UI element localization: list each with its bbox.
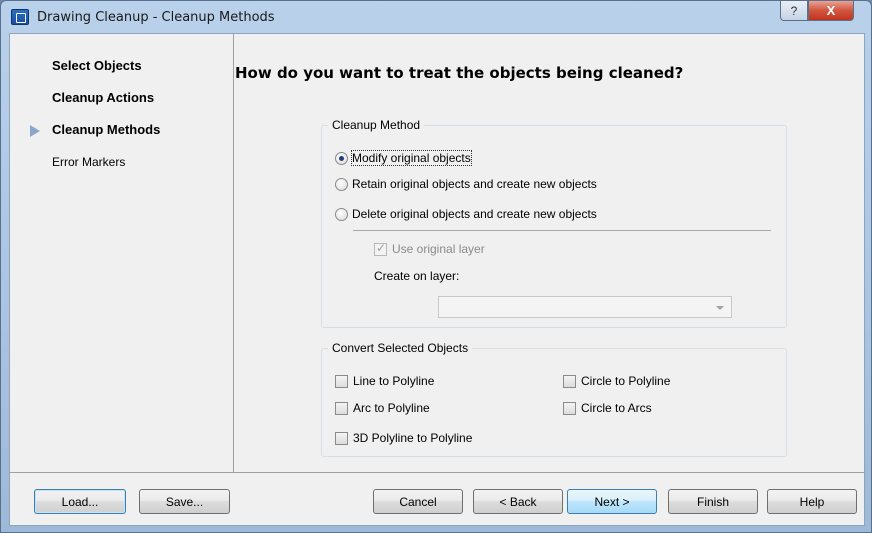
checkbox[interactable]	[335, 374, 348, 388]
radio-button[interactable]	[335, 151, 348, 165]
checkbox-label: Line to Polyline	[353, 374, 435, 388]
close-icon[interactable]: X	[808, 1, 854, 21]
layer-dropdown[interactable]	[438, 296, 732, 318]
cancel-button[interactable]: Cancel	[373, 489, 463, 514]
wizard-steps-sidebar: Select Objects Cleanup Actions Cleanup M…	[10, 34, 234, 472]
cleanup-method-group: Cleanup Method Modify original objects R…	[321, 118, 787, 328]
title-bar[interactable]: Drawing Cleanup - Cleanup Methods ? X	[1, 1, 871, 33]
use-original-layer-checkbox[interactable]: Use original layer	[374, 241, 485, 256]
page-heading: How do you want to treat the objects bei…	[235, 64, 684, 82]
create-on-layer-text: Create on layer:	[374, 269, 460, 283]
radio-label: Modify original objects	[351, 150, 472, 166]
checkbox-label: Circle to Arcs	[581, 401, 652, 415]
step-cleanup-actions[interactable]: Cleanup Actions	[52, 90, 154, 105]
checkbox-label: Arc to Polyline	[353, 401, 430, 415]
circle-to-polyline-checkbox[interactable]: Circle to Polyline	[563, 374, 670, 388]
dialog-client: Select Objects Cleanup Actions Cleanup M…	[9, 33, 865, 526]
load-button[interactable]: Load...	[34, 489, 126, 514]
finish-button[interactable]: Finish	[668, 489, 758, 514]
arc-to-polyline-checkbox[interactable]: Arc to Polyline	[335, 401, 430, 415]
save-button[interactable]: Save...	[139, 489, 230, 514]
circle-to-arcs-checkbox[interactable]: Circle to Arcs	[563, 401, 652, 415]
main-panel: How do you want to treat the objects bei…	[235, 34, 864, 472]
step-cleanup-methods[interactable]: Cleanup Methods	[52, 122, 160, 137]
checkbox[interactable]	[374, 241, 387, 256]
checkbox[interactable]	[563, 401, 576, 415]
app-icon	[11, 9, 29, 25]
radio-label: Delete original objects and create new o…	[352, 207, 597, 221]
convert-objects-group: Convert Selected Objects Line to Polylin…	[321, 341, 787, 457]
checkbox-label: Use original layer	[392, 242, 485, 256]
checkbox[interactable]	[335, 431, 348, 445]
step-select-objects[interactable]: Select Objects	[52, 58, 142, 73]
3d-polyline-to-polyline-checkbox[interactable]: 3D Polyline to Polyline	[335, 431, 472, 445]
dialog-window: Drawing Cleanup - Cleanup Methods ? X Se…	[0, 0, 872, 533]
convert-objects-legend: Convert Selected Objects	[328, 341, 473, 355]
back-button[interactable]: < Back	[473, 489, 563, 514]
radio-label: Retain original objects and create new o…	[352, 177, 597, 191]
radio-retain-original[interactable]: Retain original objects and create new o…	[335, 177, 597, 191]
checkbox-label: Circle to Polyline	[581, 374, 671, 388]
checkbox[interactable]	[563, 374, 576, 388]
radio-button[interactable]	[335, 177, 348, 191]
chevron-down-icon[interactable]	[716, 306, 724, 310]
radio-delete-original[interactable]: Delete original objects and create new o…	[335, 207, 597, 221]
help-button[interactable]: Help	[767, 489, 857, 514]
help-icon[interactable]: ?	[780, 1, 808, 21]
cleanup-method-legend: Cleanup Method	[328, 118, 425, 132]
create-on-layer-label: Create on layer:	[374, 269, 459, 283]
checkbox-label: 3D Polyline to Polyline	[353, 431, 473, 445]
window-title: Drawing Cleanup - Cleanup Methods	[37, 9, 275, 25]
checkbox[interactable]	[335, 401, 348, 415]
step-error-markers[interactable]: Error Markers	[52, 155, 125, 169]
footer-separator	[10, 472, 864, 473]
radio-modify-original[interactable]: Modify original objects	[335, 150, 472, 166]
line-to-polyline-checkbox[interactable]: Line to Polyline	[335, 374, 434, 388]
next-button[interactable]: Next >	[567, 489, 657, 514]
radio-button[interactable]	[335, 207, 348, 221]
separator	[353, 230, 771, 231]
current-step-arrow-icon	[30, 125, 40, 137]
